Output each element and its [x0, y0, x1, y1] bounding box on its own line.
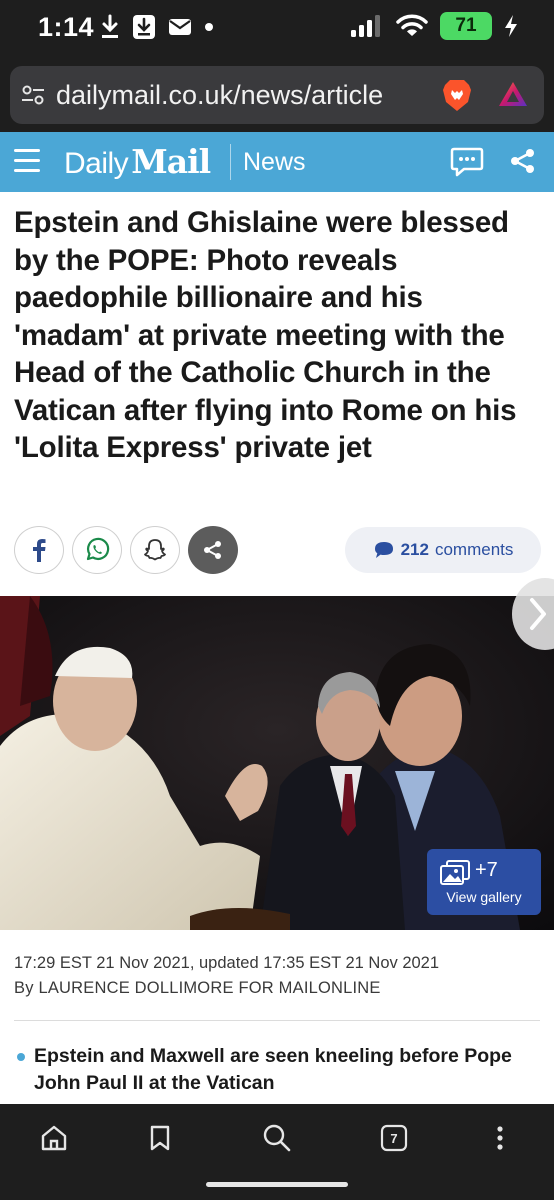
status-time: 1:14 [38, 12, 95, 42]
site-settings-icon[interactable] [20, 82, 46, 108]
daily-mail-logo[interactable]: Daily Mail [64, 142, 211, 181]
divider [14, 1020, 540, 1021]
chevron-right-icon [530, 598, 546, 630]
battery-level: 71 [455, 15, 477, 36]
facebook-share-button[interactable] [14, 526, 64, 574]
next-article-button[interactable] [512, 578, 554, 650]
home-button[interactable] [34, 1118, 74, 1158]
tabs-button[interactable]: 7 [374, 1118, 414, 1158]
article-byline[interactable]: By LAURENCE DOLLIMORE FOR MAILONLINE [14, 979, 381, 998]
bookmark-icon [150, 1125, 170, 1151]
home-indicator[interactable] [206, 1182, 348, 1187]
summary-bullet: Epstein and Maxwell are seen kneeling be… [34, 1045, 512, 1094]
comments-count: 212 [400, 540, 429, 559]
snapchat-share-button[interactable] [130, 526, 180, 574]
facebook-icon [33, 539, 46, 562]
download-box-icon [133, 15, 155, 39]
charging-icon [505, 15, 517, 37]
battery-indicator: 71 [440, 12, 492, 40]
url-field[interactable]: dailymail.co.uk/news/article [10, 66, 544, 124]
more-menu-button[interactable] [480, 1118, 520, 1158]
share-buttons [14, 526, 238, 574]
notification-icons [100, 14, 214, 40]
section-name[interactable]: News [243, 148, 306, 177]
tabs-count: 7 [390, 1130, 398, 1146]
download-icon [102, 14, 118, 38]
logo-daily-text: Daily [64, 147, 129, 180]
whatsapp-icon [86, 537, 110, 561]
view-gallery-button[interactable]: +7 View gallery [427, 849, 541, 915]
gallery-icon [440, 860, 470, 885]
url-text[interactable]: dailymail.co.uk/news/article [56, 80, 434, 111]
gallery-count: +7 [475, 859, 498, 881]
gallery-label: View gallery [446, 889, 522, 905]
more-icon [497, 1126, 503, 1150]
snapchat-icon [144, 539, 166, 561]
brave-shield-icon[interactable] [442, 78, 472, 112]
browser-address-bar: dailymail.co.uk/news/article [0, 58, 554, 132]
mail-icon [169, 19, 191, 35]
share-icon[interactable] [510, 148, 536, 174]
comment-icon[interactable] [450, 146, 484, 178]
share-icon [204, 541, 221, 559]
more-share-button[interactable] [188, 526, 238, 574]
article-timestamp: 17:29 EST 21 Nov 2021, updated 17:35 EST… [14, 954, 440, 972]
bullet-dot [17, 1053, 25, 1061]
signal-icon [351, 15, 380, 37]
search-icon [263, 1124, 291, 1152]
bookmark-button[interactable] [140, 1118, 180, 1158]
comment-bubble-icon [374, 542, 393, 558]
brave-rewards-icon[interactable] [498, 80, 528, 108]
wifi-icon [396, 14, 428, 36]
dot-icon [205, 23, 213, 31]
logo-mail-text: Mail [131, 142, 211, 181]
logo-divider [230, 144, 231, 180]
article-headline: Epstein and Ghislaine were blessed by th… [14, 206, 517, 464]
comments-button[interactable]: 212 comments [345, 527, 541, 573]
site-header: Daily Mail News [0, 132, 554, 192]
comments-label: comments [434, 540, 514, 559]
search-button[interactable] [257, 1118, 297, 1158]
whatsapp-share-button[interactable] [72, 526, 122, 574]
status-bar: 1:14 71 [0, 0, 554, 58]
menu-icon[interactable] [14, 149, 40, 175]
system-icons: 71 [350, 12, 518, 40]
home-icon [41, 1125, 67, 1151]
